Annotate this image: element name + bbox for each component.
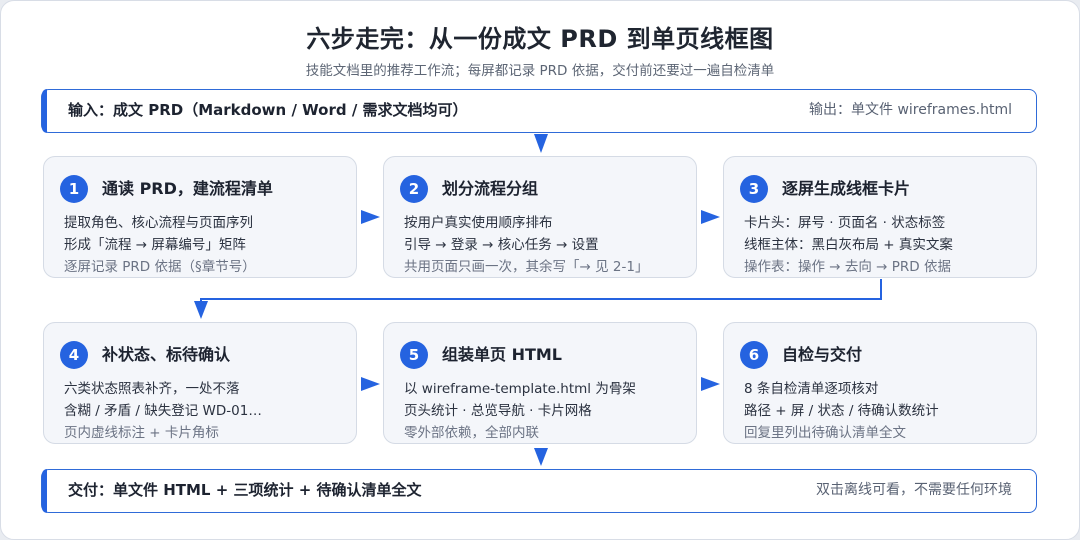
step-line-note: 回复里列出待确认清单全文 (744, 425, 906, 441)
page-subtitle: 技能文档里的推荐工作流；每屏都记录 PRD 依据，交付前还要过一遍自检清单 (305, 63, 775, 79)
step-line-note: 逐屏记录 PRD 依据（§章节号） (64, 259, 256, 275)
step-lines: 六类状态照表补齐，一处不落 含糊 / 矛盾 / 缺失登记 WD-01… 页内虚线… (64, 378, 346, 444)
input-bar-output-note: 输出：单文件 wireframes.html (809, 102, 1012, 118)
step-line: 提取角色、核心流程与页面序列 (64, 215, 253, 231)
step-line: 六类状态照表补齐，一处不落 (64, 381, 240, 397)
step-line-note: 操作表：操作 → 去向 → PRD 依据 (744, 259, 951, 275)
diagram-canvas: 六步走完：从一份成文 PRD 到单页线框图 技能文档里的推荐工作流；每屏都记录 … (0, 0, 1080, 540)
arrow-right-icon (361, 377, 380, 391)
step-number-badge: 6 (740, 341, 768, 369)
step-lines: 按用户真实使用顺序排布 引导 → 登录 → 核心任务 → 设置 共用页面只画一次… (404, 212, 686, 278)
step-title: 组装单页 HTML (442, 345, 562, 364)
output-bar-main: 交付：单文件 HTML + 三项统计 + 待确认清单全文 (68, 481, 422, 499)
arrow-down-icon (534, 448, 548, 466)
elbow-connector (200, 279, 882, 303)
input-bar: 输入：成文 PRD（Markdown / Word / 需求文档均可） 输出：单… (41, 89, 1037, 133)
step-line: 以 wireframe-template.html 为骨架 (404, 381, 636, 397)
step-card-5: 5 组装单页 HTML 以 wireframe-template.html 为骨… (383, 322, 697, 444)
step-title: 通读 PRD，建流程清单 (102, 179, 273, 198)
step-title: 逐屏生成线框卡片 (782, 179, 911, 198)
step-number-badge: 2 (400, 175, 428, 203)
output-bar-accent (42, 469, 47, 513)
step-number-badge: 1 (60, 175, 88, 203)
step-title: 补状态、标待确认 (102, 345, 231, 364)
step-lines: 提取角色、核心流程与页面序列 形成「流程 → 屏幕编号」矩阵 逐屏记录 PRD … (64, 212, 346, 278)
arrow-right-icon (701, 210, 720, 224)
step-card-4: 4 补状态、标待确认 六类状态照表补齐，一处不落 含糊 / 矛盾 / 缺失登记 … (43, 322, 357, 444)
step-card-3: 3 逐屏生成线框卡片 卡片头：屏号 · 页面名 · 状态标签 线框主体：黑白灰布… (723, 156, 1037, 278)
step-number-badge: 5 (400, 341, 428, 369)
step-lines: 卡片头：屏号 · 页面名 · 状态标签 线框主体：黑白灰布局 + 真实文案 操作… (744, 212, 1026, 278)
step-line: 线框主体：黑白灰布局 + 真实文案 (744, 237, 953, 253)
step-title: 自检与交付 (782, 345, 863, 364)
input-bar-main: 输入：成文 PRD（Markdown / Word / 需求文档均可） (68, 101, 468, 119)
step-line: 引导 → 登录 → 核心任务 → 设置 (404, 237, 599, 253)
arrow-down-icon (194, 301, 208, 319)
step-line: 路径 + 屏 / 状态 / 待确认数统计 (744, 403, 939, 419)
step-line: 按用户真实使用顺序排布 (404, 215, 553, 231)
arrow-right-icon (361, 210, 380, 224)
step-line: 卡片头：屏号 · 页面名 · 状态标签 (744, 215, 946, 231)
step-line: 8 条自检清单逐项核对 (744, 381, 879, 397)
step-line-note: 零外部依赖，全部内联 (404, 425, 539, 441)
step-line: 形成「流程 → 屏幕编号」矩阵 (64, 237, 246, 253)
step-line-note: 页内虚线标注 + 卡片角标 (64, 425, 219, 441)
step-number-badge: 3 (740, 175, 768, 203)
step-card-1: 1 通读 PRD，建流程清单 提取角色、核心流程与页面序列 形成「流程 → 屏幕… (43, 156, 357, 278)
step-lines: 8 条自检清单逐项核对 路径 + 屏 / 状态 / 待确认数统计 回复里列出待确… (744, 378, 1026, 444)
output-bar: 交付：单文件 HTML + 三项统计 + 待确认清单全文 双击离线可看，不需要任… (41, 469, 1037, 513)
arrow-down-icon (534, 134, 548, 153)
step-number-badge: 4 (60, 341, 88, 369)
step-line: 含糊 / 矛盾 / 缺失登记 WD-01… (64, 403, 262, 419)
step-title: 划分流程分组 (442, 179, 539, 198)
output-bar-note: 双击离线可看，不需要任何环境 (816, 482, 1012, 498)
step-card-2: 2 划分流程分组 按用户真实使用顺序排布 引导 → 登录 → 核心任务 → 设置… (383, 156, 697, 278)
step-line-note: 共用页面只画一次，其余写「→ 见 2-1」 (404, 259, 649, 275)
step-lines: 以 wireframe-template.html 为骨架 页头统计 · 总览导… (404, 378, 686, 444)
arrow-right-icon (701, 377, 720, 391)
page-title: 六步走完：从一份成文 PRD 到单页线框图 (306, 25, 774, 53)
input-bar-accent (42, 89, 47, 133)
step-line: 页头统计 · 总览导航 · 卡片网格 (404, 403, 592, 419)
step-card-6: 6 自检与交付 8 条自检清单逐项核对 路径 + 屏 / 状态 / 待确认数统计… (723, 322, 1037, 444)
